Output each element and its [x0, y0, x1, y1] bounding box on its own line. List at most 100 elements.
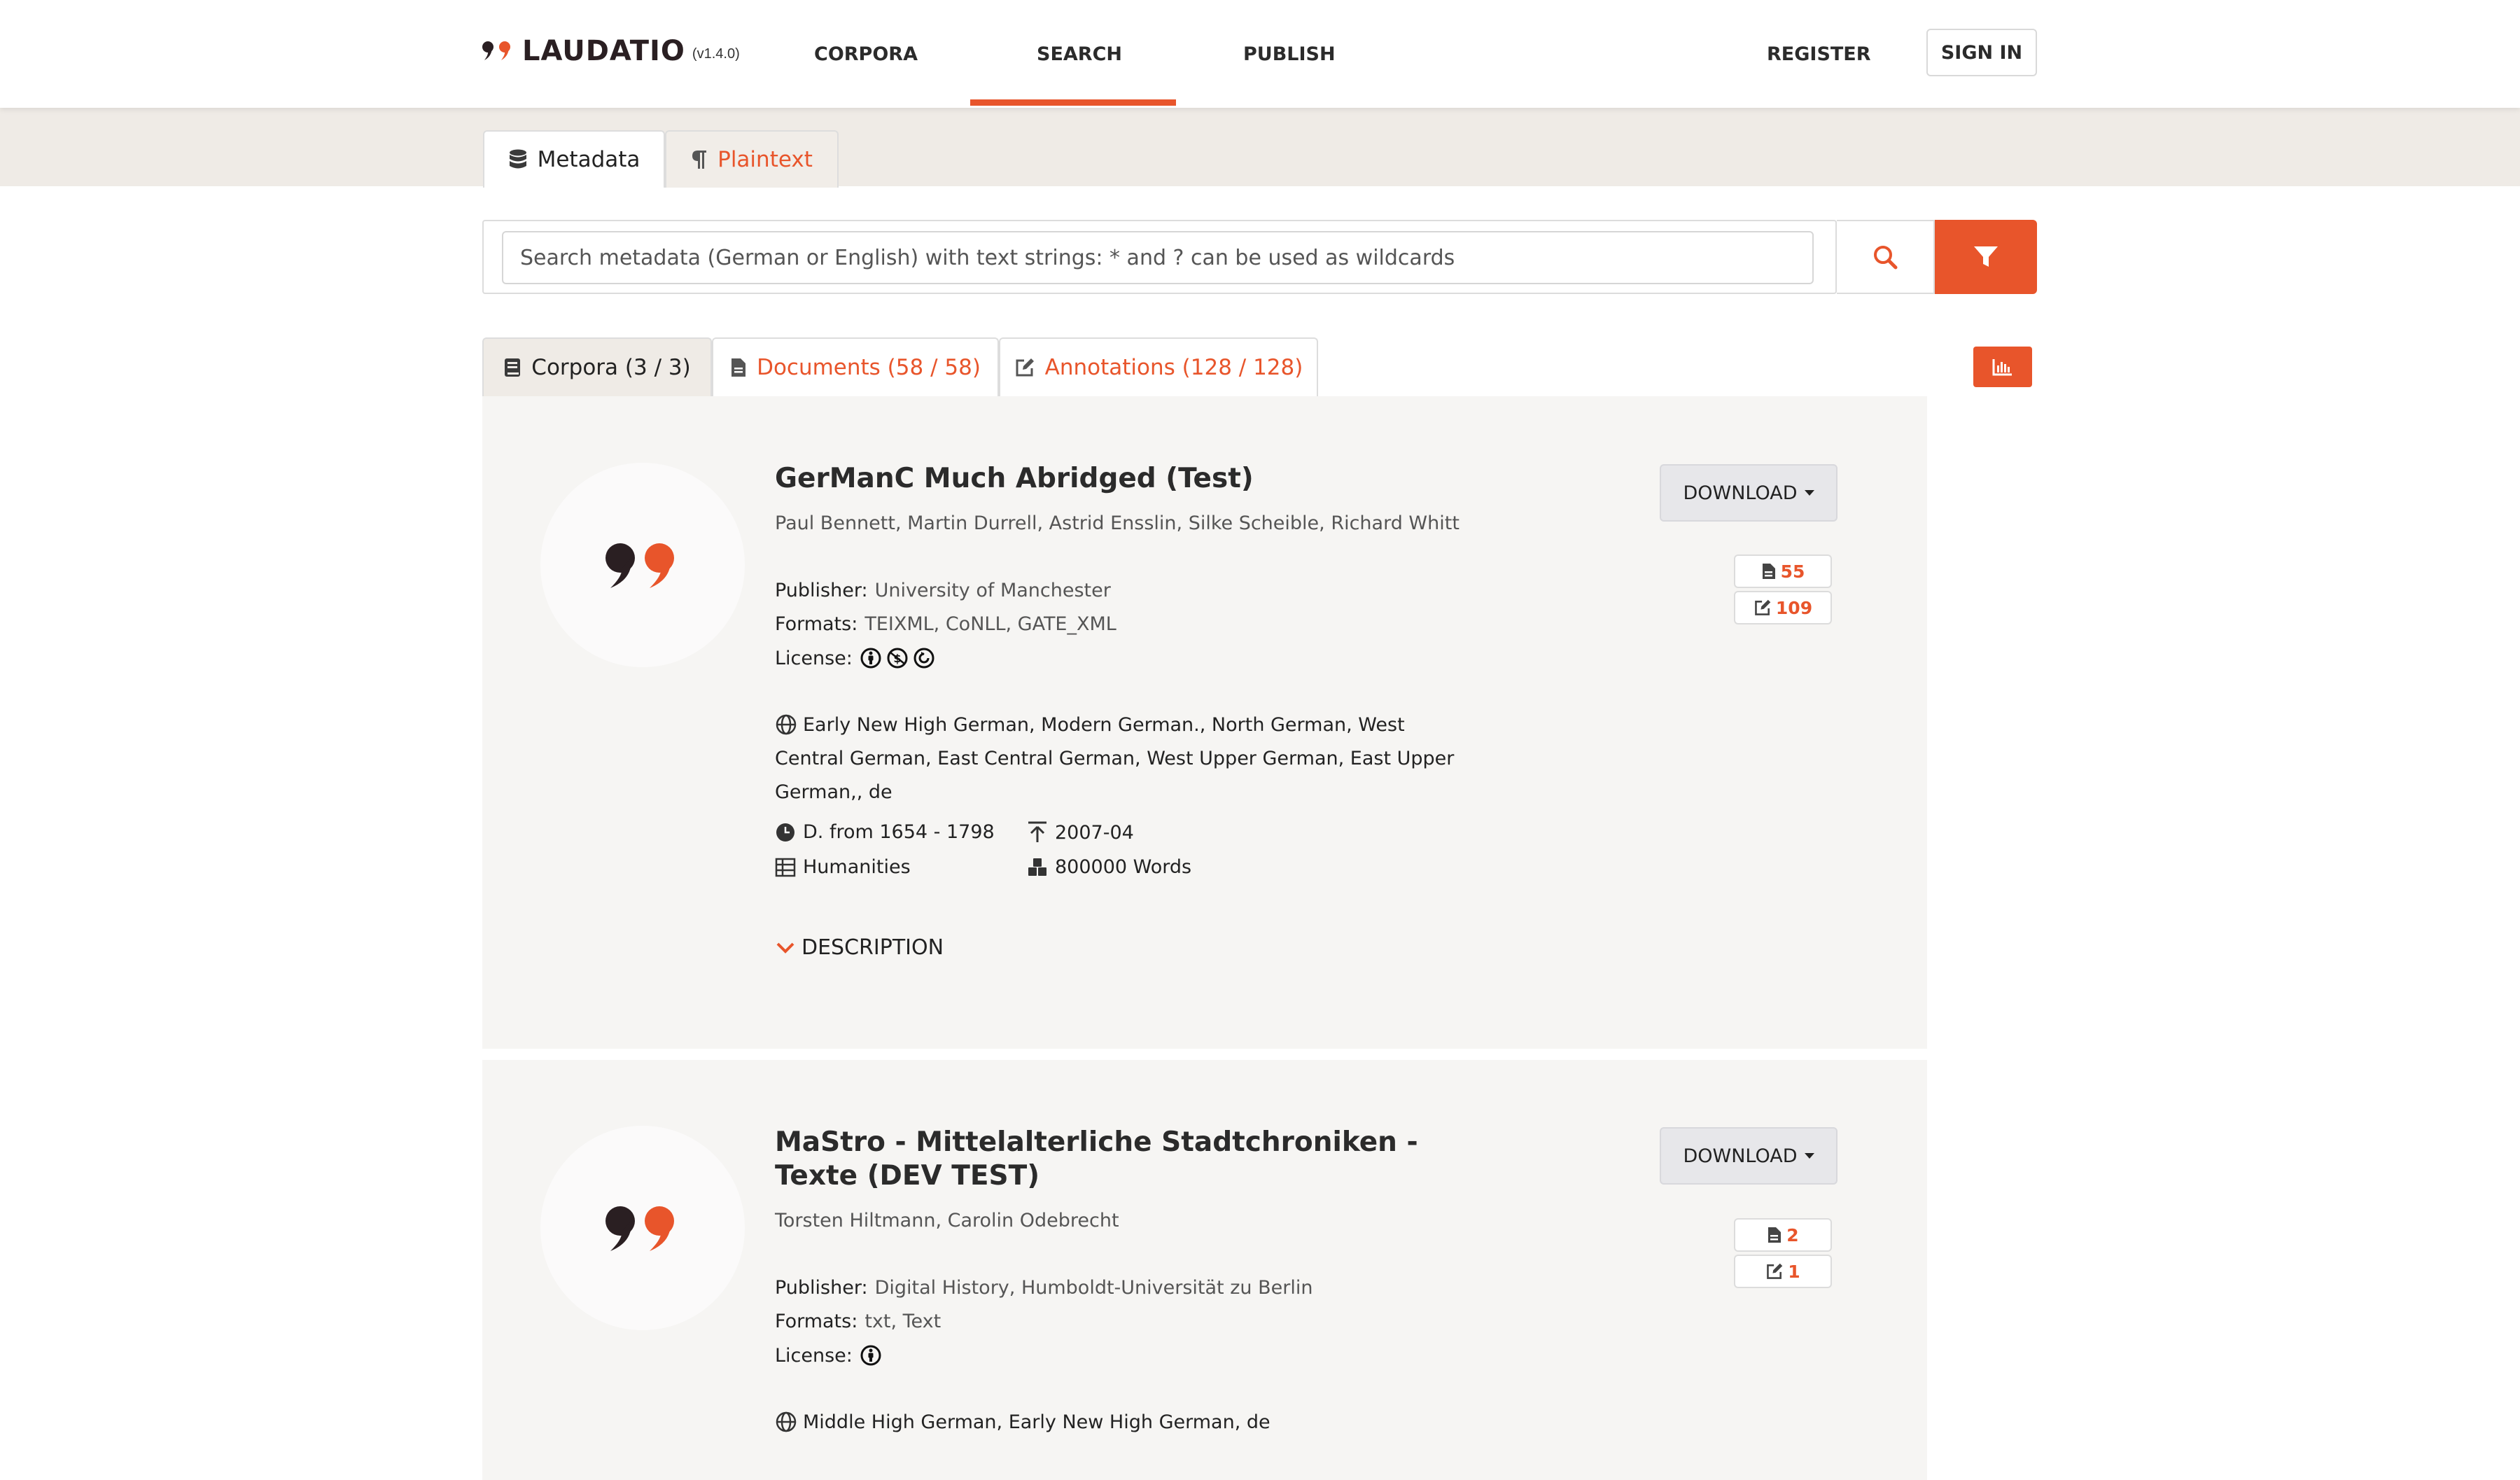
nav-register[interactable]: REGISTER [1767, 0, 1871, 108]
quote-icon [606, 543, 674, 588]
file-icon [1767, 1226, 1782, 1244]
clock-icon [775, 822, 796, 843]
tab-plaintext-label: Plaintext [718, 147, 813, 172]
corpus-authors: Torsten Hiltmann, Carolin Odebrecht [775, 1210, 1119, 1231]
file-icon [1761, 562, 1777, 580]
publisher-value: Digital History, Humboldt-Universität zu… [874, 1277, 1313, 1299]
publisher-line: Publisher: University of Manchester [775, 580, 1111, 601]
top-navbar: LAUDATIO (v1.4.0) CORPORA SEARCH PUBLISH… [0, 0, 2520, 108]
nav-search[interactable]: SEARCH [1037, 0, 1122, 108]
languages-block: Middle High German, Early New High Germa… [775, 1406, 1475, 1439]
annotations-count-badge[interactable]: 1 [1734, 1255, 1832, 1288]
edit-icon [1754, 599, 1772, 617]
quote-icon [606, 1206, 674, 1251]
cc-by-icon[interactable] [860, 1344, 882, 1367]
tab-plaintext[interactable]: Plaintext [665, 130, 839, 188]
annotations-count: 1 [1788, 1261, 1800, 1282]
license-label: License: [775, 1344, 853, 1367]
corpus-card: GerManC Much Abridged (Test) Paul Bennet… [482, 396, 1927, 1049]
filter-icon [1974, 246, 1998, 267]
published-date-text: 2007-04 [1055, 821, 1134, 844]
publisher-label: Publisher: [775, 580, 868, 601]
formats-value: TEIXML, CoNLL, GATE_XML [864, 613, 1116, 635]
tab-annotations-results[interactable]: Annotations (128 / 128) [999, 337, 1318, 396]
download-button[interactable]: DOWNLOAD [1660, 464, 1837, 522]
tab-metadata[interactable]: Metadata [483, 130, 665, 188]
caret-down-icon [1804, 490, 1814, 496]
app-version: (v1.4.0) [692, 46, 740, 62]
corpus-title[interactable]: GerManC Much Abridged (Test) [775, 462, 1496, 496]
corpus-card: MaStro - Mittelalterliche Stadtchroniken… [482, 1060, 1927, 1480]
formats-label: Formats: [775, 1311, 858, 1332]
documents-count-badge[interactable]: 2 [1734, 1218, 1832, 1252]
cc-sa-icon[interactable] [913, 647, 935, 669]
publisher-line: Publisher: Digital History, Humboldt-Uni… [775, 1277, 1312, 1299]
publisher-value: University of Manchester [874, 580, 1111, 601]
download-button[interactable]: DOWNLOAD [1660, 1127, 1837, 1185]
corpus-title[interactable]: MaStro - Mittelalterliche Stadtchroniken… [775, 1126, 1496, 1193]
book-icon [503, 357, 522, 378]
file-icon [730, 357, 747, 378]
documents-count-badge[interactable]: 55 [1734, 554, 1832, 588]
corpus-avatar [540, 1126, 745, 1330]
license-label: License: [775, 647, 853, 669]
description-label: DESCRIPTION [802, 935, 944, 960]
edit-icon [1765, 1262, 1784, 1280]
search-input[interactable] [502, 231, 1814, 284]
logo-name: LAUDATIO [522, 35, 685, 67]
search-type-band [0, 108, 2520, 186]
tab-annotations-label: Annotations (128 / 128) [1044, 355, 1303, 380]
globe-icon [776, 714, 797, 734]
research-field: Humanities [775, 856, 911, 878]
license-line: License: [775, 1344, 882, 1367]
date-range-text: D. from 1654 - 1798 [803, 821, 995, 843]
download-label: DOWNLOAD [1683, 1145, 1798, 1167]
nav-publish[interactable]: PUBLISH [1243, 0, 1336, 108]
description-toggle[interactable]: DESCRIPTION [775, 935, 944, 960]
publisher-label: Publisher: [775, 1277, 868, 1299]
caret-down-icon [1804, 1153, 1814, 1159]
filter-button[interactable] [1935, 220, 2037, 294]
license-line: License: $ [775, 647, 935, 669]
logo[interactable]: LAUDATIO (v1.4.0) [482, 34, 740, 69]
upload-icon [1027, 821, 1048, 844]
formats-label: Formats: [775, 613, 858, 635]
corpus-size: 800000 Words [1027, 856, 1191, 878]
cc-nc-icon[interactable]: $ [886, 647, 909, 669]
download-label: DOWNLOAD [1683, 482, 1798, 504]
bar-chart-icon [1992, 359, 2012, 376]
search-icon [1874, 246, 1898, 270]
documents-count: 2 [1786, 1224, 1799, 1245]
corpus-avatar [540, 463, 745, 667]
date-range: D. from 1654 - 1798 [775, 821, 995, 843]
edit-icon [1014, 357, 1035, 378]
cc-by-icon[interactable] [860, 647, 882, 669]
globe-icon [776, 1411, 797, 1432]
tab-metadata-label: Metadata [537, 147, 640, 172]
annotations-count-badge[interactable]: 109 [1734, 591, 1832, 624]
formats-line: Formats: TEIXML, CoNLL, GATE_XML [775, 613, 1116, 635]
table-icon [775, 858, 796, 877]
tab-documents-label: Documents (58 / 58) [757, 355, 981, 380]
search-button[interactable] [1837, 220, 1935, 294]
cubes-icon [1027, 857, 1048, 878]
chart-toggle-button[interactable] [1973, 347, 2032, 387]
nav-corpora[interactable]: CORPORA [814, 0, 918, 108]
tab-documents-results[interactable]: Documents (58 / 58) [712, 337, 999, 396]
research-field-text: Humanities [803, 856, 911, 878]
corpus-authors: Paul Bennett, Martin Durrell, Astrid Ens… [775, 512, 1460, 534]
sign-in-button[interactable]: SIGN IN [1926, 29, 2037, 76]
chevron-down-icon [776, 942, 794, 954]
languages-block: Early New High German, Modern German., N… [775, 708, 1475, 809]
search-bar [482, 220, 1837, 294]
tab-corpora-results[interactable]: Corpora (3 / 3) [482, 337, 712, 396]
corpus-size-text: 800000 Words [1055, 856, 1192, 878]
published-date: 2007-04 [1027, 821, 1134, 844]
languages-text: Early New High German, Modern German., N… [775, 714, 1455, 803]
annotations-count: 109 [1775, 597, 1813, 618]
paragraph-icon [691, 149, 708, 170]
formats-line: Formats: txt, Text [775, 1311, 941, 1332]
languages-text: Middle High German, Early New High Germa… [803, 1411, 1270, 1433]
formats-value: txt, Text [864, 1311, 941, 1332]
documents-count: 55 [1780, 561, 1805, 582]
